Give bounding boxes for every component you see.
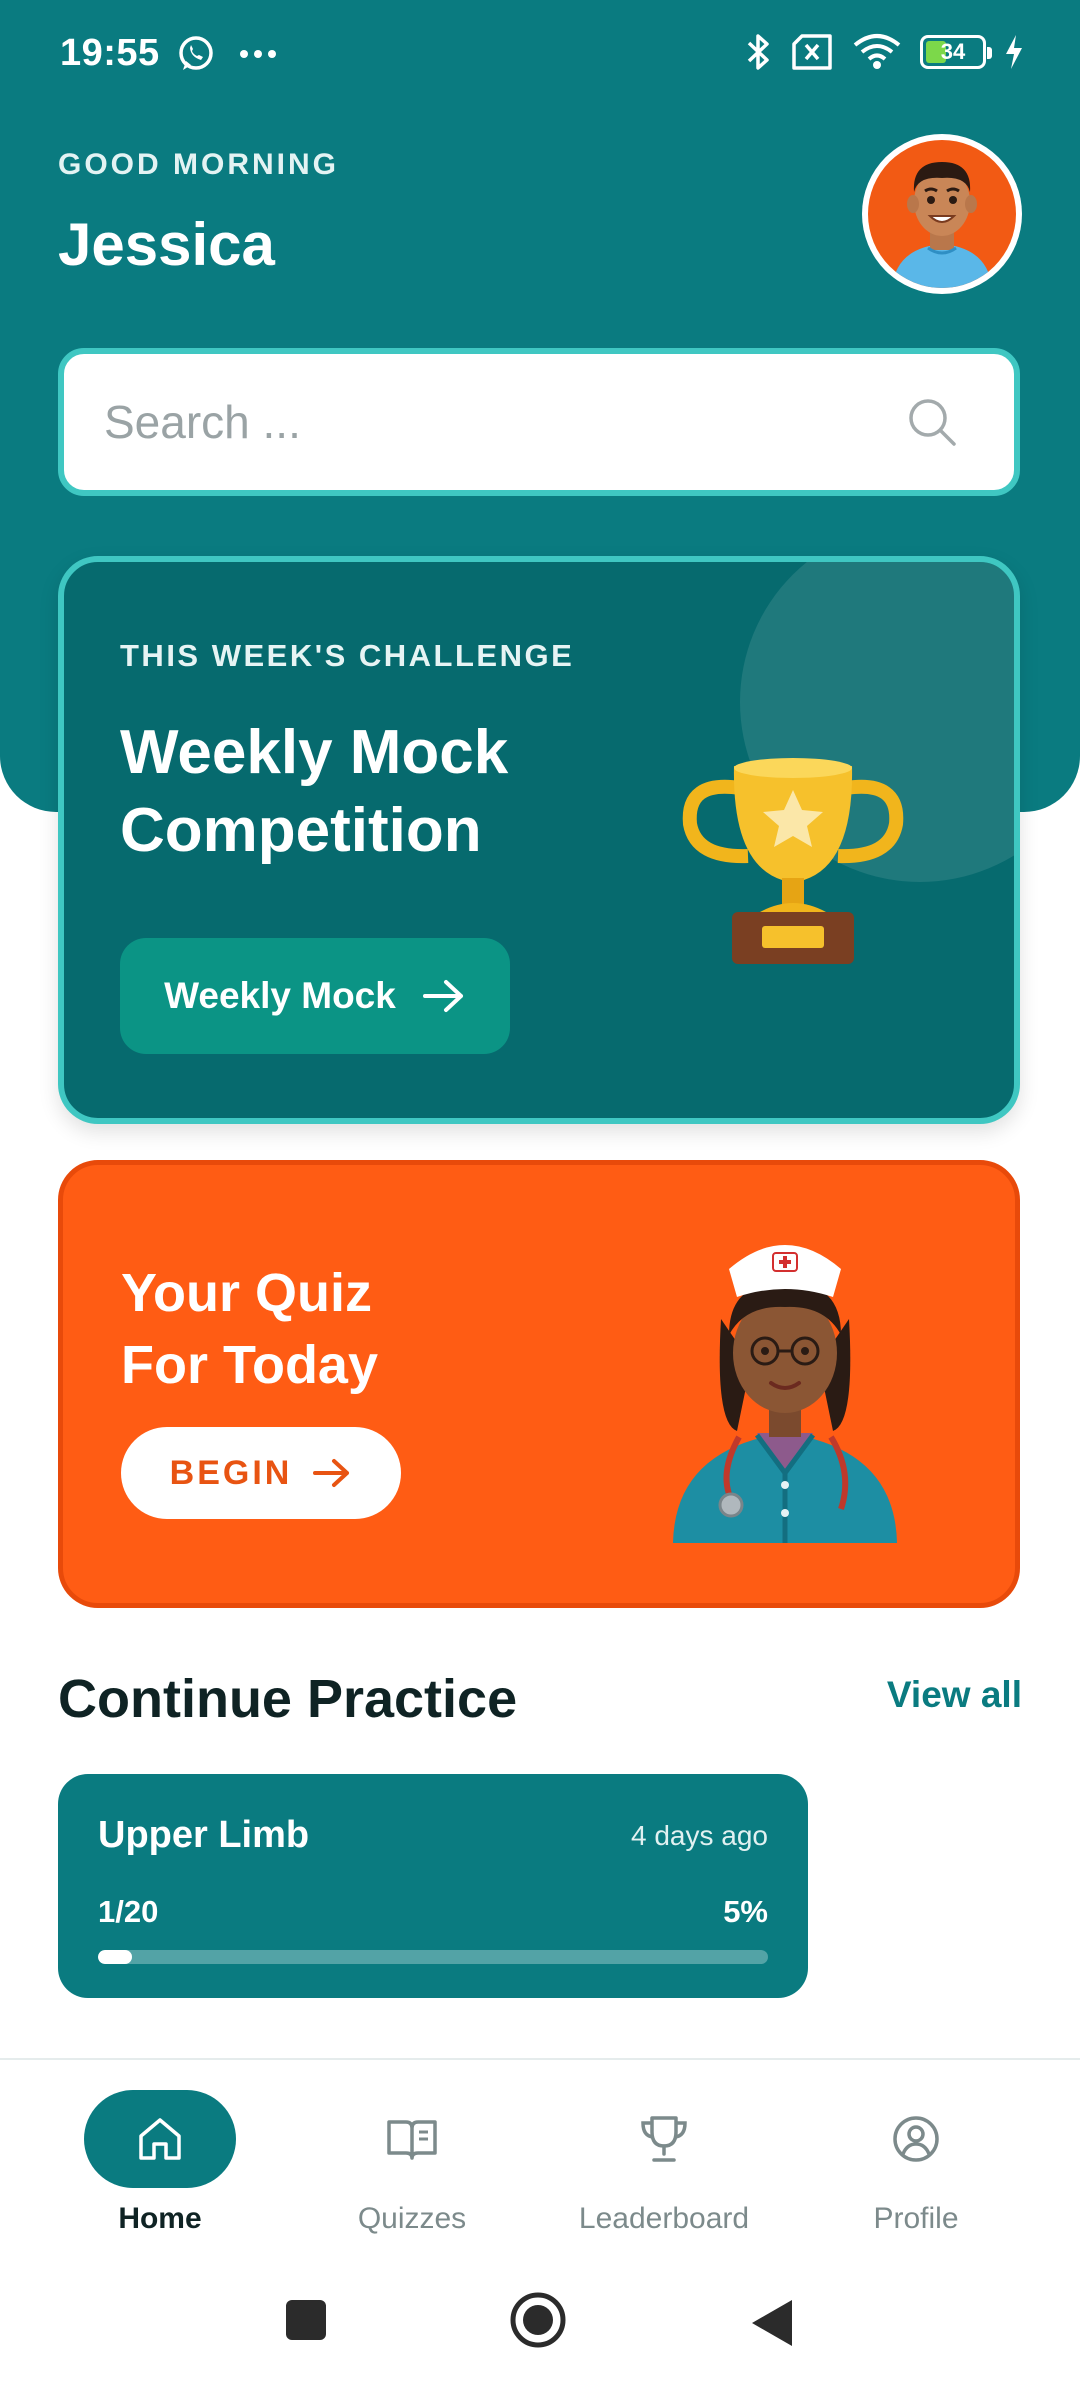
more-dots-icon bbox=[240, 50, 276, 58]
nav-item-profile[interactable]: Profile bbox=[790, 2090, 1042, 2260]
charging-icon bbox=[1006, 35, 1022, 69]
nav-item-leaderboard[interactable]: Leaderboard bbox=[538, 2090, 790, 2260]
trophy-outline-icon bbox=[641, 2116, 687, 2162]
nav-item-quizzes[interactable]: Quizzes bbox=[286, 2090, 538, 2260]
search-input[interactable] bbox=[104, 392, 884, 452]
status-bar: 19:55 34 bbox=[0, 0, 1080, 110]
challenge-title: Weekly Mock Competition bbox=[120, 718, 509, 865]
whatsapp-icon bbox=[179, 36, 213, 70]
recents-button[interactable] bbox=[284, 2298, 328, 2342]
challenge-label: THIS WEEK'S CHALLENGE bbox=[120, 638, 575, 673]
practice-card[interactable]: Upper Limb 4 days ago 1/20 5% bbox=[58, 1774, 808, 1998]
trophy-icon bbox=[682, 758, 904, 964]
practice-count: 1/20 bbox=[98, 1894, 159, 1929]
progress-track bbox=[98, 1950, 768, 1964]
quiz-title-line1: Your Quiz bbox=[121, 1263, 372, 1323]
practice-name: Upper Limb bbox=[98, 1814, 310, 1856]
nurse-illustration bbox=[673, 1245, 897, 1543]
home-button[interactable] bbox=[508, 2290, 568, 2350]
continue-practice-title: Continue Practice bbox=[58, 1669, 518, 1729]
user-name: Jessica bbox=[58, 211, 275, 278]
weekly-mock-button-label: Weekly Mock bbox=[164, 975, 396, 1016]
back-button[interactable] bbox=[750, 2298, 794, 2348]
bottom-navigation: Home Quizzes Leaderboard Profile bbox=[0, 2058, 1080, 2258]
status-time: 19:55 bbox=[60, 32, 160, 74]
battery-icon: 34 bbox=[920, 35, 992, 69]
weekly-mock-button[interactable]: Weekly Mock bbox=[120, 938, 510, 1054]
nav-item-home[interactable]: Home bbox=[34, 2090, 286, 2260]
bluetooth-icon bbox=[747, 34, 769, 70]
home-icon bbox=[139, 2118, 181, 2160]
begin-button-label: BEGIN bbox=[169, 1453, 293, 1492]
arrow-right-icon bbox=[313, 1459, 350, 1487]
no-sim-icon bbox=[792, 34, 832, 70]
view-all-link[interactable]: View all bbox=[887, 1674, 1022, 1716]
search-box[interactable] bbox=[58, 348, 1020, 496]
system-navigation-bar bbox=[0, 2258, 1080, 2400]
nav-label-quizzes: Quizzes bbox=[357, 2202, 467, 2235]
greeting-text: GOOD MORNING bbox=[58, 148, 339, 181]
profile-icon bbox=[893, 2116, 939, 2162]
battery-level: 34 bbox=[940, 39, 966, 64]
wifi-icon bbox=[853, 34, 901, 69]
nav-label-leaderboard: Leaderboard bbox=[578, 2202, 750, 2235]
user-avatar[interactable] bbox=[862, 134, 1022, 294]
daily-quiz-card[interactable]: Your Quiz For Today BEGIN bbox=[58, 1160, 1020, 1608]
nav-label-profile: Profile bbox=[873, 2202, 959, 2235]
nav-label-home: Home bbox=[118, 2202, 202, 2235]
practice-percent: 5% bbox=[723, 1894, 768, 1929]
quiz-title-line2: For Today bbox=[121, 1335, 379, 1395]
avatar-illustration bbox=[892, 162, 992, 288]
book-icon bbox=[387, 2120, 437, 2160]
practice-time-ago: 4 days ago bbox=[631, 1820, 768, 1851]
progress-fill bbox=[98, 1950, 132, 1964]
quiz-title: Your Quiz For Today bbox=[121, 1257, 378, 1401]
begin-button[interactable]: BEGIN bbox=[121, 1427, 401, 1519]
search-icon[interactable] bbox=[906, 396, 958, 448]
arrow-right-icon bbox=[422, 980, 463, 1012]
weekly-challenge-card[interactable]: THIS WEEK'S CHALLENGE Weekly Mock Compet… bbox=[58, 556, 1020, 1124]
